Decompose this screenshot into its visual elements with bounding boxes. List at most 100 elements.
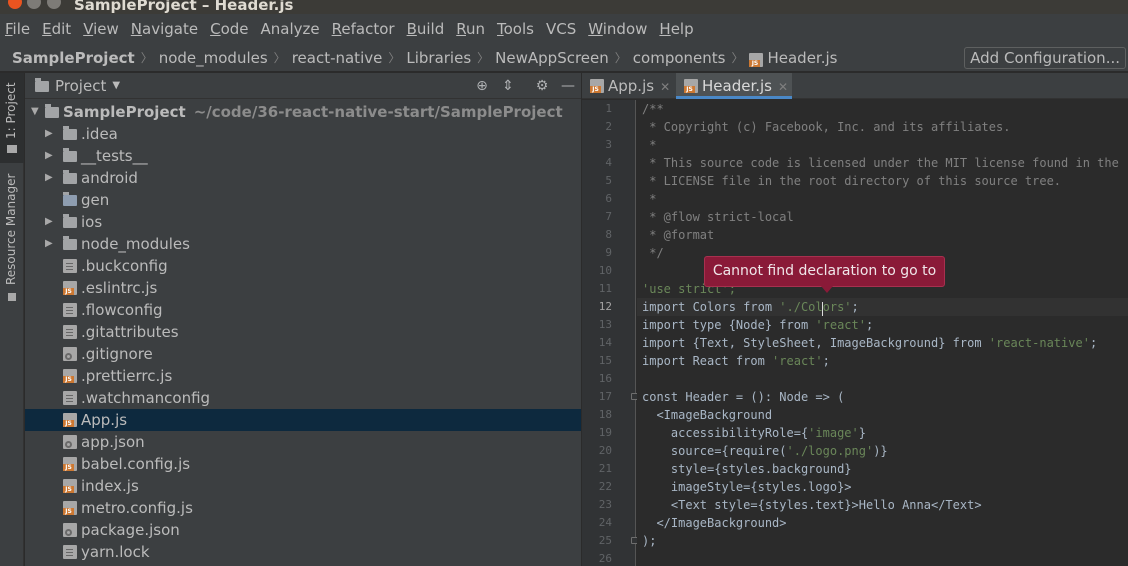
- menu-tools[interactable]: Tools: [497, 20, 534, 38]
- code-line: import type {Node} from 'react';: [642, 316, 873, 334]
- code-line: source={require('./logo.png')}: [642, 442, 888, 460]
- code-line: import {Text, StyleSheet, ImageBackgroun…: [642, 334, 1097, 352]
- breadcrumb-item[interactable]: NewAppScreen: [495, 49, 609, 67]
- tree-item[interactable]: ▶ android: [25, 167, 581, 189]
- collapse-all-icon[interactable]: ⇕: [499, 77, 517, 95]
- tree-root[interactable]: ▼ SampleProject ~/code/36-react-native-st…: [25, 101, 581, 123]
- tree-item[interactable]: yarn.lock: [25, 541, 581, 563]
- tab-app-js[interactable]: App.js ✕: [582, 73, 674, 99]
- menu-help[interactable]: Help: [659, 20, 693, 38]
- menu-code[interactable]: Code: [210, 20, 248, 38]
- breadcrumb-item[interactable]: Libraries: [406, 49, 471, 67]
- tree-item-label: App.js: [81, 411, 128, 429]
- code-token: *: [642, 192, 657, 206]
- js-file-icon: [63, 413, 77, 427]
- tree-item[interactable]: metro.config.js: [25, 497, 581, 519]
- code-token: * Copyright (c) Facebook, Inc. and its a…: [642, 120, 1011, 134]
- breadcrumb-separator-icon: 〉: [273, 51, 286, 65]
- tree-item-label: package.json: [81, 521, 180, 539]
- editor-gutter[interactable]: 1 2 3 4 5 6 7 8 9 10 11 12 13 14 15 16 17 18 19 20 21 22 23 24 2…: [582, 100, 638, 566]
- code-token: */: [642, 246, 664, 260]
- tree-item[interactable]: package.json: [25, 519, 581, 541]
- chevron-right-icon[interactable]: ▶: [45, 211, 53, 233]
- project-view-selector[interactable]: Project: [55, 77, 106, 95]
- add-configuration-button[interactable]: Add Configuration...: [964, 47, 1126, 69]
- breadcrumb-item[interactable]: Header.js: [767, 49, 837, 67]
- menu-vcs[interactable]: VCS: [546, 20, 576, 38]
- menu-build[interactable]: Build: [407, 20, 445, 38]
- menu-analyze[interactable]: Analyze: [261, 20, 320, 38]
- window-minimize-button[interactable]: [27, 0, 41, 9]
- close-icon[interactable]: ✕: [660, 80, 670, 94]
- menu-refactor[interactable]: Refactor: [332, 20, 395, 38]
- line-number: 19: [598, 426, 612, 439]
- line-number: 14: [598, 336, 612, 349]
- code-token: ;: [851, 300, 859, 314]
- menu-view[interactable]: View: [83, 20, 119, 38]
- tree-item[interactable]: .watchmanconfig: [25, 387, 581, 409]
- tab-header-js[interactable]: Header.js ✕: [676, 73, 792, 99]
- tree-item[interactable]: .buckconfig: [25, 255, 581, 277]
- editor-tab-bar: App.js ✕ Header.js ✕: [582, 73, 1128, 99]
- menu-navigate[interactable]: Navigate: [131, 20, 198, 38]
- locate-file-icon[interactable]: ⊕: [473, 77, 491, 95]
- js-file-icon: [590, 79, 604, 93]
- tree-item[interactable]: ▶ ios: [25, 211, 581, 233]
- tree-item-label: .watchmanconfig: [81, 389, 211, 407]
- chevron-right-icon[interactable]: ▶: [45, 123, 53, 145]
- code-token: )}: [873, 444, 888, 458]
- tree-item-label: .buckconfig: [81, 257, 168, 275]
- project-tool-tab[interactable]: 1: Project: [0, 73, 24, 163]
- gear-icon[interactable]: ⚙: [533, 77, 551, 95]
- tree-item[interactable]: .gitattributes: [25, 321, 581, 343]
- breadcrumb-separator-icon: 〉: [388, 51, 401, 65]
- window-maximize-button[interactable]: [47, 0, 61, 9]
- menu-edit[interactable]: Edit: [42, 20, 71, 38]
- breadcrumb: SampleProject 〉 node_modules 〉 react-native 〉…: [12, 49, 837, 67]
- chevron-right-icon[interactable]: ▶: [45, 145, 53, 167]
- tree-item-label: metro.config.js: [81, 499, 193, 517]
- code-token: <ImageBackground: [642, 408, 773, 422]
- menu-window[interactable]: Window: [588, 20, 647, 38]
- code-token: const Header = (): Node => (: [642, 390, 845, 404]
- code-token: style={styles.background}: [642, 462, 852, 476]
- tree-item[interactable]: .eslintrc.js: [25, 277, 581, 299]
- tree-item[interactable]: .prettierrc.js: [25, 365, 581, 387]
- breadcrumb-item[interactable]: components: [633, 49, 726, 67]
- line-number: 22: [598, 480, 612, 493]
- tree-item[interactable]: gen: [25, 189, 581, 211]
- chevron-right-icon[interactable]: ▶: [45, 233, 53, 255]
- code-line: imageStyle={styles.logo}>: [642, 478, 852, 496]
- tree-item[interactable]: ▶ node_modules: [25, 233, 581, 255]
- line-number: 23: [598, 498, 612, 511]
- text-file-icon: [63, 325, 77, 339]
- tree-item[interactable]: babel.config.js: [25, 453, 581, 475]
- window-title: SampleProject – Header.js: [74, 0, 294, 14]
- tree-item[interactable]: ▶ __tests__: [25, 145, 581, 167]
- resource-manager-tool-tab[interactable]: Resource Manager: [0, 173, 24, 313]
- chevron-down-icon[interactable]: ▼: [112, 80, 120, 91]
- line-number: 16: [598, 372, 612, 385]
- menu-run[interactable]: Run: [456, 20, 485, 38]
- code-editor[interactable]: /** * Copyright (c) Facebook, Inc. and i…: [637, 100, 1128, 566]
- tree-item[interactable]: .gitignore: [25, 343, 581, 365]
- resource-manager-tool-tab-label: Resource Manager: [4, 173, 18, 285]
- tree-item[interactable]: .flowconfig: [25, 299, 581, 321]
- chevron-right-icon[interactable]: ▶: [45, 167, 53, 189]
- window-close-button[interactable]: [8, 0, 22, 9]
- chevron-down-icon[interactable]: ▼: [31, 101, 39, 123]
- code-token: * LICENSE file in the root directory of …: [642, 174, 1062, 188]
- breadcrumb-item[interactable]: node_modules: [159, 49, 268, 67]
- tree-item[interactable]: ▶ .idea: [25, 123, 581, 145]
- line-number: 3: [605, 138, 612, 151]
- breadcrumb-item[interactable]: SampleProject: [12, 49, 135, 67]
- tree-item[interactable]: App.js: [25, 409, 581, 431]
- project-folder-icon: [35, 78, 49, 92]
- tree-item[interactable]: index.js: [25, 475, 581, 497]
- code-token: './logo.png': [786, 444, 874, 458]
- close-icon[interactable]: ✕: [778, 80, 788, 94]
- breadcrumb-item[interactable]: react-native: [292, 49, 383, 67]
- menu-file[interactable]: File: [5, 20, 30, 38]
- hide-panel-icon[interactable]: —: [559, 77, 577, 95]
- tree-item[interactable]: app.json: [25, 431, 581, 453]
